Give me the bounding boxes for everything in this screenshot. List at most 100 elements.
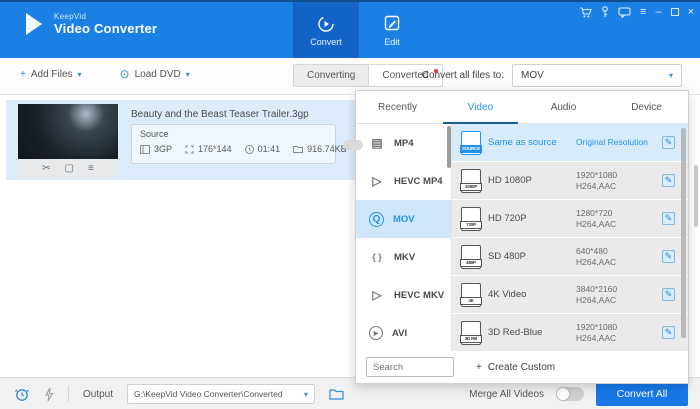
panel-collapse-handle[interactable] (343, 140, 363, 150)
preset-resolution: 3840*2160 (576, 284, 662, 295)
edit-preset-icon[interactable]: ✎ (662, 326, 675, 339)
format-label: HEVC MKV (394, 290, 444, 301)
preset-name: HD 1080P (488, 175, 576, 186)
chevron-down-icon: ▾ (669, 71, 673, 80)
preset-row-sd-480p[interactable]: 480P SD 480P 640*480H264,AAC ✎ (452, 238, 688, 275)
output-path-dropdown[interactable]: G:\KeepVid Video Converter\Converted ▾ (127, 384, 315, 404)
preset-name: Same as source (488, 137, 576, 148)
preset-row-hd-1080p[interactable]: 1080P HD 1080P 1920*1080H264,AAC ✎ (452, 162, 688, 199)
preset-file-icon: 720P (461, 207, 481, 231)
add-files-label: Add Files (31, 69, 73, 80)
panel-tab-audio[interactable]: Audio (522, 91, 605, 123)
panel-tab-video-label: Video (468, 102, 493, 113)
brand-name-bottom: Video Converter (54, 21, 157, 36)
converting-tab-label: Converting (307, 70, 355, 81)
open-folder-icon[interactable] (329, 388, 344, 400)
create-custom-label: Create Custom (488, 362, 555, 373)
panel-tab-device[interactable]: Device (605, 91, 688, 123)
panel-tab-audio-label: Audio (551, 102, 577, 113)
tab-convert[interactable]: Convert (293, 2, 359, 60)
hevc-play-icon: ▷ (369, 288, 385, 302)
preset-row-same-as-source[interactable]: SOURCE Same as source Original Resolutio… (452, 124, 688, 161)
high-speed-lightning-icon[interactable] (44, 387, 54, 402)
quicktime-icon: Q (369, 212, 384, 227)
trim-scissors-icon[interactable]: ✂ (42, 164, 50, 174)
chevron-down-icon: ▾ (304, 390, 308, 399)
effects-sliders-icon[interactable]: ≡ (88, 164, 94, 174)
hevc-play-icon: ▷ (369, 174, 385, 188)
edit-preset-icon[interactable]: ✎ (662, 212, 675, 225)
load-dvd-label: Load DVD (135, 69, 181, 80)
chat-icon[interactable] (618, 7, 631, 18)
converting-tab[interactable]: Converting (294, 65, 368, 86)
key-icon[interactable] (601, 6, 609, 18)
source-info-box: Source 3GP 176*144 01:41 916.74KB (131, 124, 336, 164)
film-icon: ▤ (369, 136, 385, 150)
format-item-mkv[interactable]: { } MKV (356, 238, 451, 276)
format-label: MP4 (394, 138, 414, 149)
play-circle-icon: ▶ (369, 326, 383, 340)
format-label: AVI (392, 328, 407, 339)
cart-icon[interactable] (579, 7, 592, 18)
preset-codec: H264,AAC (576, 257, 616, 267)
add-files-button[interactable]: + Add Files ▾ (20, 69, 82, 80)
preset-row-4k-video[interactable]: 4K 4K Video 3840*2160H264,AAC ✎ (452, 276, 688, 313)
format-label: MKV (394, 252, 415, 263)
format-list: ▤ MP4 ▷ HEVC MP4 Q MOV { } MKV ▷ HEVC MK… (356, 124, 452, 352)
duration-clock-icon (245, 145, 254, 154)
merge-all-videos-toggle[interactable] (556, 387, 584, 401)
keepvid-play-logo-icon (26, 13, 42, 35)
format-item-hevc-mp4[interactable]: ▷ HEVC MP4 (356, 162, 451, 200)
app-header: KeepVid Video Converter Convert Edit ≡ –… (0, 0, 700, 58)
edit-preset-icon[interactable]: ✎ (662, 250, 675, 263)
size-folder-icon (293, 145, 303, 153)
chevron-down-icon[interactable]: ▾ (186, 70, 190, 79)
plus-icon: + (476, 362, 482, 373)
preset-name: SD 480P (488, 251, 576, 262)
minimize-icon[interactable]: – (655, 7, 661, 18)
tab-convert-label: Convert (310, 37, 342, 47)
close-icon[interactable]: × (688, 7, 694, 18)
format-item-hevc-mkv[interactable]: ▷ HEVC MKV (356, 276, 451, 314)
preset-list-scrollbar[interactable] (681, 128, 686, 338)
preset-list: SOURCE Same as source Original Resolutio… (452, 124, 688, 352)
output-label: Output (83, 389, 113, 400)
preset-badge: 4K (460, 297, 482, 305)
output-format-panel: Recently Video Audio Device ▤ MP4 ▷ HEVC… (355, 90, 689, 384)
create-custom-button[interactable]: + Create Custom (476, 362, 555, 373)
edit-preset-icon[interactable]: ✎ (662, 288, 675, 301)
format-label: HEVC MP4 (394, 176, 443, 187)
plus-icon: + (20, 69, 26, 80)
preset-codec: H264,AAC (576, 295, 616, 305)
preset-resolution: 1280*720 (576, 208, 662, 219)
output-format-dropdown[interactable]: MOV ▾ (512, 64, 682, 87)
file-duration: 01:41 (258, 144, 281, 154)
chevron-down-icon[interactable]: ▾ (78, 70, 82, 79)
maximize-icon[interactable] (671, 8, 679, 16)
convert-all-files-to-label: Convert all files to: (422, 70, 504, 81)
schedule-alarm-icon[interactable] (14, 386, 30, 402)
preset-row-3d-red-blue[interactable]: 3D RB 3D Red-Blue 1920*1080H264,AAC ✎ (452, 314, 688, 351)
crop-icon[interactable]: ▢ (65, 164, 74, 174)
format-item-mp4[interactable]: ▤ MP4 (356, 124, 451, 162)
video-thumbnail[interactable] (18, 104, 118, 159)
preset-codec: H264,AAC (576, 219, 616, 229)
format-item-mov[interactable]: Q MOV (356, 200, 451, 238)
preset-row-hd-720p[interactable]: 720P HD 720P 1280*720H264,AAC ✎ (452, 200, 688, 237)
convert-refresh-play-icon (317, 15, 335, 35)
tab-edit[interactable]: Edit (363, 2, 421, 60)
load-dvd-button[interactable]: ⊙ Load DVD ▾ (120, 67, 190, 81)
convert-status-switch: Converting Converted (293, 64, 443, 87)
convert-all-button[interactable]: Convert All (596, 382, 688, 406)
search-input[interactable] (366, 357, 454, 377)
source-label: Source (140, 129, 327, 139)
file-list-scrollbar[interactable] (694, 165, 698, 227)
edit-preset-icon[interactable]: ✎ (662, 174, 675, 187)
preset-file-icon: 3D RB (461, 321, 481, 345)
menu-icon[interactable]: ≡ (640, 7, 646, 18)
format-item-avi[interactable]: ▶ AVI (356, 314, 451, 352)
panel-tab-recently[interactable]: Recently (356, 91, 439, 123)
format-list-scrollbar[interactable] (447, 126, 451, 168)
panel-tab-video[interactable]: Video (439, 91, 522, 123)
edit-preset-icon[interactable]: ✎ (662, 136, 675, 149)
